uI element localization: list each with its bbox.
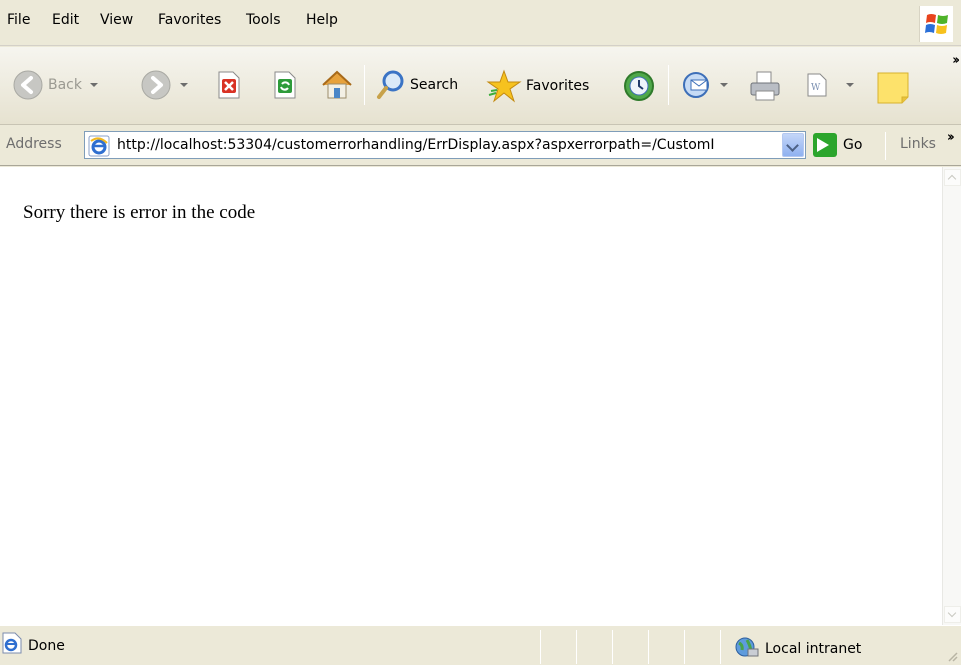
stop-button[interactable] (216, 71, 242, 99)
history-button[interactable] (622, 69, 656, 103)
status-pane-divider (684, 630, 685, 664)
notes-button[interactable] (876, 71, 910, 105)
mail-icon (683, 72, 709, 98)
favorites-label: Favorites (526, 78, 590, 94)
home-button[interactable] (320, 69, 354, 101)
security-zone[interactable]: Local intranet (733, 636, 861, 658)
svg-text:W: W (811, 83, 821, 93)
history-icon (624, 71, 654, 101)
status-text: Done (28, 638, 65, 654)
notes-icon (877, 72, 909, 104)
refresh-icon (274, 71, 296, 99)
local-intranet-icon (735, 637, 759, 657)
word-edit-icon: W (807, 73, 827, 97)
error-message: Sorry there is error in the code (23, 202, 256, 223)
status-pane-divider (720, 630, 721, 664)
menu-favorites[interactable]: Favorites (158, 12, 221, 28)
status-bar: Done Local intranet (0, 625, 961, 665)
go-button[interactable]: Go (813, 133, 862, 157)
standard-toolbar: Back Search Favorites W ›› (0, 47, 961, 125)
address-input[interactable]: http://localhost:53304/customerrorhandli… (84, 131, 806, 159)
scroll-down-icon[interactable] (944, 606, 961, 623)
home-icon (322, 70, 352, 99)
back-arrow-icon (13, 70, 43, 100)
favorites-button[interactable]: Favorites (486, 69, 589, 103)
print-button[interactable] (748, 69, 782, 103)
address-dropdown-icon[interactable] (782, 133, 804, 157)
menu-help[interactable]: Help (306, 12, 338, 28)
address-bar: Address http://localhost:53304/customerr… (0, 126, 961, 166)
zone-label: Local intranet (765, 641, 862, 657)
links-chevron-icon[interactable]: ›› (947, 130, 955, 145)
toolbar-separator (364, 65, 365, 105)
vertical-scrollbar[interactable] (942, 167, 961, 625)
toolbar-separator (668, 65, 669, 105)
menu-edit[interactable]: Edit (52, 12, 79, 28)
forward-arrow-icon (141, 70, 171, 100)
menu-view[interactable]: View (100, 12, 133, 28)
stop-icon (218, 71, 240, 99)
go-arrow-icon (813, 133, 837, 157)
links-separator (885, 132, 886, 160)
page-content: Sorry there is error in the code (0, 167, 942, 625)
windows-logo-icon (919, 6, 953, 42)
scroll-up-icon[interactable] (944, 169, 961, 186)
go-label: Go (843, 137, 863, 153)
page-done-icon (2, 632, 22, 654)
mail-button[interactable] (682, 69, 728, 101)
status-pane-divider (540, 630, 541, 664)
mail-dropdown-icon[interactable] (720, 83, 728, 87)
back-dropdown-icon[interactable] (90, 83, 98, 87)
menu-tools[interactable]: Tools (246, 12, 281, 28)
resize-grip-icon[interactable] (948, 652, 958, 662)
forward-button[interactable] (140, 69, 188, 101)
forward-dropdown-icon[interactable] (180, 83, 188, 87)
address-label: Address (6, 136, 62, 152)
menu-bar: File Edit View Favorites Tools Help (0, 0, 961, 46)
status-pane-divider (648, 630, 649, 664)
refresh-button[interactable] (272, 71, 298, 99)
toolbar-overflow-chevron-icon[interactable]: ›› (952, 53, 960, 68)
search-label: Search (410, 77, 459, 93)
status-main-pane: Done (2, 632, 65, 654)
edit-dropdown-icon[interactable] (846, 83, 854, 87)
edit-word-button[interactable]: W (806, 73, 854, 97)
favorites-star-icon (486, 69, 522, 103)
status-pane-divider (576, 630, 577, 664)
address-url[interactable]: http://localhost:53304/customerrorhandli… (117, 137, 767, 153)
links-button[interactable]: Links (900, 136, 936, 152)
menu-file[interactable]: File (7, 12, 30, 28)
ie-page-icon (88, 135, 110, 157)
search-button[interactable]: Search (376, 69, 458, 101)
print-icon (750, 71, 780, 101)
back-label: Back (48, 77, 82, 93)
search-icon (377, 70, 404, 99)
status-pane-divider (612, 630, 613, 664)
back-button[interactable]: Back (12, 69, 98, 101)
